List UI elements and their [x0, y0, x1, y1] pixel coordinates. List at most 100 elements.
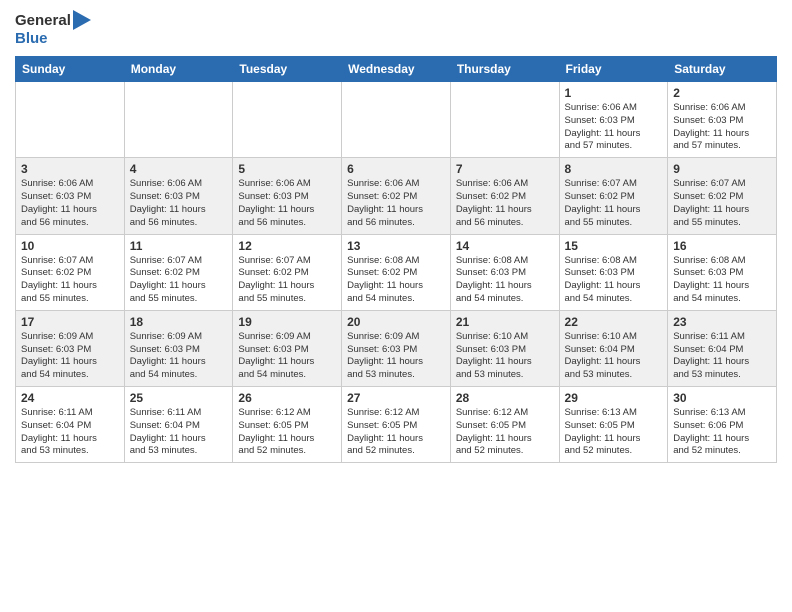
day-info: Sunrise: 6:09 AM Sunset: 6:03 PM Dayligh…: [238, 331, 336, 382]
day-number: 10: [21, 239, 119, 253]
day-info: Sunrise: 6:11 AM Sunset: 6:04 PM Dayligh…: [130, 407, 228, 458]
calendar-week-row: 3 Sunrise: 6:06 AM Sunset: 6:03 PM Daylig…: [16, 158, 777, 234]
day-number: 8: [565, 162, 663, 176]
calendar-cell: [124, 82, 233, 158]
calendar-cell: 29 Sunrise: 6:13 AM Sunset: 6:05 PM Dayli…: [559, 387, 668, 463]
calendar-cell: 12Sunrise: 6:07 AM Sunset: 6:02 PM Dayli…: [233, 234, 342, 310]
calendar-cell: 10 Sunrise: 6:07 AM Sunset: 6:02 PM Dayli…: [16, 234, 125, 310]
calendar-cell: [16, 82, 125, 158]
day-info: Sunrise: 6:07 AM Sunset: 6:02 PM Dayligh…: [21, 255, 119, 306]
header: General Blue: [15, 10, 777, 48]
day-info: Sunrise: 6:11 AM Sunset: 6:04 PM Dayligh…: [21, 407, 119, 458]
calendar-cell: 1 Sunrise: 6:06 AM Sunset: 6:03 PM Daylig…: [559, 82, 668, 158]
weekday-header-row: SundayMondayTuesdayWednesdayThursdayFrid…: [16, 57, 777, 82]
day-number: 20: [347, 315, 445, 329]
calendar-cell: 21Sunrise: 6:10 AM Sunset: 6:03 PM Dayli…: [450, 310, 559, 386]
calendar-week-row: 10 Sunrise: 6:07 AM Sunset: 6:02 PM Dayli…: [16, 234, 777, 310]
day-info: Sunrise: 6:07 AM Sunset: 6:02 PM Dayligh…: [130, 255, 228, 306]
day-number: 26: [238, 391, 336, 405]
day-info: Sunrise: 6:06 AM Sunset: 6:03 PM Dayligh…: [21, 178, 119, 229]
day-number: 25: [130, 391, 228, 405]
day-info: Sunrise: 6:08 AM Sunset: 6:03 PM Dayligh…: [565, 255, 663, 306]
calendar-cell: 14Sunrise: 6:08 AM Sunset: 6:03 PM Dayli…: [450, 234, 559, 310]
day-info: Sunrise: 6:09 AM Sunset: 6:03 PM Dayligh…: [130, 331, 228, 382]
day-number: 3: [21, 162, 119, 176]
day-info: Sunrise: 6:13 AM Sunset: 6:05 PM Dayligh…: [565, 407, 663, 458]
day-number: 19: [238, 315, 336, 329]
day-info: Sunrise: 6:11 AM Sunset: 6:04 PM Dayligh…: [673, 331, 771, 382]
day-info: Sunrise: 6:08 AM Sunset: 6:03 PM Dayligh…: [456, 255, 554, 306]
calendar-cell: 30Sunrise: 6:13 AM Sunset: 6:06 PM Dayli…: [668, 387, 777, 463]
calendar-cell: 7 Sunrise: 6:06 AM Sunset: 6:02 PM Daylig…: [450, 158, 559, 234]
calendar-cell: 3 Sunrise: 6:06 AM Sunset: 6:03 PM Daylig…: [16, 158, 125, 234]
day-number: 17: [21, 315, 119, 329]
calendar-cell: 20 Sunrise: 6:09 AM Sunset: 6:03 PM Dayli…: [342, 310, 451, 386]
day-number: 15: [565, 239, 663, 253]
day-info: Sunrise: 6:06 AM Sunset: 6:03 PM Dayligh…: [565, 102, 663, 153]
calendar-cell: 15 Sunrise: 6:08 AM Sunset: 6:03 PM Dayli…: [559, 234, 668, 310]
day-info: Sunrise: 6:12 AM Sunset: 6:05 PM Dayligh…: [456, 407, 554, 458]
calendar-cell: [450, 82, 559, 158]
calendar-cell: 16 Sunrise: 6:08 AM Sunset: 6:03 PM Dayli…: [668, 234, 777, 310]
calendar-cell: 19 Sunrise: 6:09 AM Sunset: 6:03 PM Dayli…: [233, 310, 342, 386]
calendar-cell: 18 Sunrise: 6:09 AM Sunset: 6:03 PM Dayli…: [124, 310, 233, 386]
weekday-header-monday: Monday: [124, 57, 233, 82]
day-info: Sunrise: 6:07 AM Sunset: 6:02 PM Dayligh…: [673, 178, 771, 229]
calendar-cell: 28 Sunrise: 6:12 AM Sunset: 6:05 PM Dayli…: [450, 387, 559, 463]
calendar-table: SundayMondayTuesdayWednesdayThursdayFrid…: [15, 56, 777, 463]
logo: General Blue: [15, 10, 91, 48]
calendar-cell: [342, 82, 451, 158]
day-info: Sunrise: 6:09 AM Sunset: 6:03 PM Dayligh…: [21, 331, 119, 382]
calendar-cell: 24 Sunrise: 6:11 AM Sunset: 6:04 PM Dayli…: [16, 387, 125, 463]
day-info: Sunrise: 6:06 AM Sunset: 6:02 PM Dayligh…: [347, 178, 445, 229]
day-number: 29: [565, 391, 663, 405]
calendar-cell: 8 Sunrise: 6:07 AM Sunset: 6:02 PM Daylig…: [559, 158, 668, 234]
day-info: Sunrise: 6:06 AM Sunset: 6:02 PM Dayligh…: [456, 178, 554, 229]
day-number: 28: [456, 391, 554, 405]
day-number: 27: [347, 391, 445, 405]
weekday-header-thursday: Thursday: [450, 57, 559, 82]
day-number: 13: [347, 239, 445, 253]
day-number: 4: [130, 162, 228, 176]
logo-blue-text: Blue: [15, 30, 48, 47]
day-number: 16: [673, 239, 771, 253]
calendar-cell: 2 Sunrise: 6:06 AM Sunset: 6:03 PM Daylig…: [668, 82, 777, 158]
weekday-header-sunday: Sunday: [16, 57, 125, 82]
calendar-cell: 17 Sunrise: 6:09 AM Sunset: 6:03 PM Dayli…: [16, 310, 125, 386]
day-info: Sunrise: 6:08 AM Sunset: 6:03 PM Dayligh…: [673, 255, 771, 306]
day-info: Sunrise: 6:07 AM Sunset: 6:02 PM Dayligh…: [565, 178, 663, 229]
day-number: 6: [347, 162, 445, 176]
day-number: 24: [21, 391, 119, 405]
logo-icon: [73, 10, 91, 30]
calendar-cell: 13Sunrise: 6:08 AM Sunset: 6:02 PM Dayli…: [342, 234, 451, 310]
calendar-cell: 6 Sunrise: 6:06 AM Sunset: 6:02 PM Daylig…: [342, 158, 451, 234]
day-number: 22: [565, 315, 663, 329]
day-info: Sunrise: 6:09 AM Sunset: 6:03 PM Dayligh…: [347, 331, 445, 382]
day-number: 23: [673, 315, 771, 329]
page: General Blue SundayMondayTuesdayWednesda…: [0, 0, 792, 612]
day-number: 7: [456, 162, 554, 176]
calendar-cell: [233, 82, 342, 158]
day-number: 5: [238, 162, 336, 176]
day-info: Sunrise: 6:13 AM Sunset: 6:06 PM Dayligh…: [673, 407, 771, 458]
calendar-cell: 4Sunrise: 6:06 AM Sunset: 6:03 PM Daylig…: [124, 158, 233, 234]
logo-general-text: General: [15, 12, 71, 29]
calendar-cell: 5Sunrise: 6:06 AM Sunset: 6:03 PM Daylig…: [233, 158, 342, 234]
day-number: 18: [130, 315, 228, 329]
day-info: Sunrise: 6:12 AM Sunset: 6:05 PM Dayligh…: [238, 407, 336, 458]
day-number: 11: [130, 239, 228, 253]
day-number: 1: [565, 86, 663, 100]
day-number: 2: [673, 86, 771, 100]
day-number: 9: [673, 162, 771, 176]
calendar-week-row: 24 Sunrise: 6:11 AM Sunset: 6:04 PM Dayli…: [16, 387, 777, 463]
calendar-cell: 22Sunrise: 6:10 AM Sunset: 6:04 PM Dayli…: [559, 310, 668, 386]
calendar-cell: 9 Sunrise: 6:07 AM Sunset: 6:02 PM Daylig…: [668, 158, 777, 234]
calendar-cell: 27Sunrise: 6:12 AM Sunset: 6:05 PM Dayli…: [342, 387, 451, 463]
calendar-cell: 25 Sunrise: 6:11 AM Sunset: 6:04 PM Dayli…: [124, 387, 233, 463]
weekday-header-wednesday: Wednesday: [342, 57, 451, 82]
day-info: Sunrise: 6:10 AM Sunset: 6:03 PM Dayligh…: [456, 331, 554, 382]
calendar-cell: 23 Sunrise: 6:11 AM Sunset: 6:04 PM Dayli…: [668, 310, 777, 386]
day-info: Sunrise: 6:06 AM Sunset: 6:03 PM Dayligh…: [673, 102, 771, 153]
calendar-week-row: 17 Sunrise: 6:09 AM Sunset: 6:03 PM Dayli…: [16, 310, 777, 386]
calendar-cell: 26 Sunrise: 6:12 AM Sunset: 6:05 PM Dayli…: [233, 387, 342, 463]
